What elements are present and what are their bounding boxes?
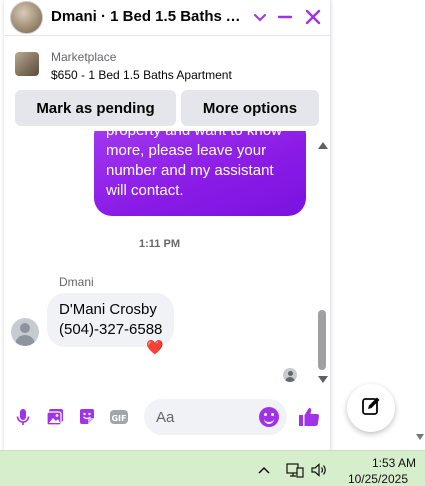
- background-page-right: [331, 0, 425, 450]
- outgoing-line: more, please leave your: [106, 142, 267, 159]
- chat-scrollbar[interactable]: [316, 138, 328, 388]
- scrollbar-thumb[interactable]: [318, 310, 326, 370]
- listing-avatar[interactable]: [10, 1, 43, 34]
- mark-as-pending-button[interactable]: Mark as pending: [15, 90, 176, 126]
- compose-edit-icon: [360, 395, 382, 422]
- outgoing-line: property and want to know: [106, 131, 294, 141]
- chevron-down-icon[interactable]: [249, 6, 271, 28]
- emoji-icon[interactable]: [259, 407, 279, 427]
- sender-name: Dmani: [59, 275, 94, 289]
- chat-window: Dmani · 1 Bed 1.5 Baths Ap... Marketplac…: [4, 0, 331, 450]
- outgoing-line: will contact.: [106, 182, 184, 199]
- message-input[interactable]: Aa: [144, 399, 287, 435]
- volume-icon[interactable]: [310, 462, 328, 478]
- sticker-icon[interactable]: [77, 407, 97, 427]
- outgoing-line: number and my assistant: [106, 162, 274, 179]
- network-icon[interactable]: [286, 462, 304, 478]
- page-scrollbar[interactable]: [414, 0, 425, 450]
- listing-title: $650 - 1 Bed 1.5 Baths Apartment: [51, 68, 232, 82]
- gif-icon[interactable]: GIF: [109, 407, 129, 427]
- svg-text:GIF: GIF: [111, 414, 126, 423]
- message-list: property and want to know more, please l…: [4, 131, 331, 390]
- scroll-up-arrow-icon[interactable]: [318, 142, 328, 149]
- clock-time[interactable]: 1:53 AM: [336, 456, 416, 470]
- message-input-placeholder: Aa: [156, 409, 175, 426]
- minimize-icon[interactable]: [274, 6, 296, 28]
- scroll-down-arrow-icon[interactable]: [416, 434, 424, 440]
- listing-thumbnail: [15, 52, 39, 76]
- message-composer: GIF Aa: [4, 395, 331, 440]
- marketplace-listing[interactable]: Marketplace $650 - 1 Bed 1.5 Baths Apart…: [4, 41, 331, 85]
- incoming-line: (504)-327-6588: [59, 321, 163, 338]
- clock-date[interactable]: 10/25/2025: [336, 472, 408, 486]
- message-timestamp: 1:11 PM: [139, 238, 180, 250]
- incoming-line: D'Mani Crosby: [59, 301, 157, 318]
- outgoing-message: property and want to know more, please l…: [94, 131, 306, 216]
- new-message-button[interactable]: [347, 384, 395, 432]
- sender-avatar[interactable]: [11, 318, 39, 346]
- thumbs-up-icon[interactable]: [297, 405, 321, 429]
- chat-header: Dmani · 1 Bed 1.5 Baths Ap...: [4, 0, 331, 36]
- more-options-button[interactable]: More options: [181, 90, 319, 126]
- chevron-up-icon[interactable]: [257, 463, 271, 475]
- scroll-down-arrow-icon[interactable]: [318, 376, 328, 383]
- marketplace-label: Marketplace: [51, 50, 117, 64]
- taskbar: 1:53 AM 10/25/2025: [0, 450, 425, 486]
- microphone-icon[interactable]: [13, 407, 33, 427]
- chat-title[interactable]: Dmani · 1 Bed 1.5 Baths Ap...: [51, 8, 251, 25]
- heart-reaction-icon[interactable]: ❤️: [146, 339, 163, 356]
- seen-avatar-icon: [283, 368, 297, 382]
- close-icon[interactable]: [302, 6, 324, 28]
- photo-icon[interactable]: [45, 407, 65, 427]
